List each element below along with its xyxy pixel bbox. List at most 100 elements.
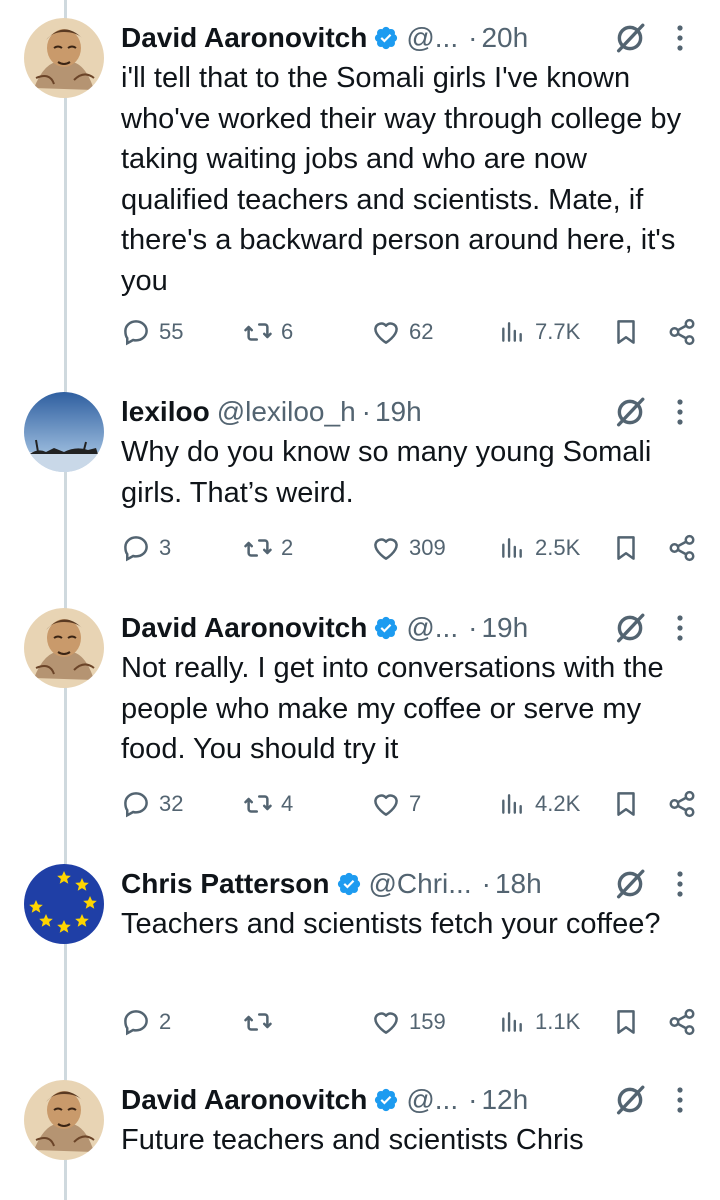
more-vertical-icon[interactable]: [675, 23, 685, 53]
bookmark-button[interactable]: [611, 312, 641, 352]
handle[interactable]: @lexiloo_h: [217, 392, 356, 432]
repost-icon: [244, 539, 272, 557]
display-name[interactable]: David Aaronovitch: [121, 608, 367, 648]
like-button[interactable]: 159: [371, 1002, 446, 1042]
display-name[interactable]: David Aaronovitch: [121, 18, 367, 58]
views-icon: [502, 1012, 522, 1032]
avatar[interactable]: [24, 392, 104, 472]
verified-badge-icon: [375, 1088, 398, 1112]
grok-icon[interactable]: [613, 395, 647, 429]
reply-button[interactable]: 2: [121, 1002, 171, 1042]
timestamp[interactable]: 18h: [495, 864, 542, 904]
bookmark-icon: [617, 792, 635, 816]
repost-button[interactable]: [243, 1002, 281, 1042]
timestamp[interactable]: 19h: [481, 608, 528, 648]
views-button[interactable]: 1.1K: [499, 1002, 580, 1042]
tweet-header: David Aaronovitch @... · 20h: [121, 18, 691, 58]
like-count: 159: [409, 1009, 446, 1034]
repost-button[interactable]: 4: [243, 784, 293, 824]
bookmark-button[interactable]: [611, 784, 641, 824]
thread-connector-line: [64, 0, 67, 1200]
bookmark-button[interactable]: [611, 1002, 641, 1042]
action-bar: 3 2 309 2.5K: [121, 528, 695, 568]
display-name[interactable]: Chris Patterson: [121, 864, 330, 904]
share-icon: [669, 318, 695, 346]
share-button[interactable]: [667, 312, 697, 352]
views-button[interactable]: 7.7K: [499, 312, 580, 352]
more-vertical-icon[interactable]: [675, 613, 685, 643]
tweet-header: Chris Patterson @Chri... · 18h: [121, 864, 691, 904]
reply-icon: [124, 536, 148, 562]
bookmark-icon: [617, 1010, 635, 1034]
view-count: 1.1K: [535, 1009, 581, 1034]
verified-badge-icon: [375, 616, 398, 640]
views-button[interactable]: 2.5K: [499, 528, 580, 568]
view-count: 4.2K: [535, 791, 581, 816]
sky-landscape-avatar: [24, 392, 104, 472]
sketch-portrait-avatar: [24, 18, 104, 98]
reply-button[interactable]: 3: [121, 528, 171, 568]
action-bar: 55 6 62 7.7K: [121, 312, 695, 352]
sketch-portrait-avatar: [24, 1080, 104, 1160]
timestamp[interactable]: 20h: [481, 18, 528, 58]
like-button[interactable]: 7: [371, 784, 421, 824]
share-icon: [669, 1008, 695, 1036]
share-button[interactable]: [667, 1002, 697, 1042]
handle[interactable]: @...: [406, 1080, 458, 1120]
tweet-text: Not really. I get into conversations wit…: [121, 652, 672, 765]
share-button[interactable]: [667, 784, 697, 824]
repost-button[interactable]: 2: [243, 528, 293, 568]
verified-badge-icon: [337, 872, 360, 896]
repost-count: 2: [281, 535, 294, 560]
avatar[interactable]: [24, 1080, 104, 1160]
reply-button[interactable]: 55: [121, 312, 183, 352]
avatar[interactable]: [24, 608, 104, 688]
timestamp[interactable]: 19h: [375, 392, 422, 432]
handle[interactable]: @Chri...: [369, 864, 472, 904]
separator: ·: [481, 868, 491, 899]
share-button[interactable]: [667, 528, 697, 568]
timestamp[interactable]: 12h: [481, 1080, 528, 1120]
grok-icon[interactable]: [613, 21, 647, 55]
reply-count: 55: [159, 319, 184, 344]
heart-icon: [374, 1012, 398, 1034]
grok-icon[interactable]: [613, 611, 647, 645]
separator: ·: [361, 396, 371, 427]
reply-icon: [124, 320, 148, 346]
like-count: 309: [409, 535, 446, 560]
bookmark-button[interactable]: [611, 528, 641, 568]
separator: ·: [468, 1084, 478, 1115]
sketch-portrait-avatar: [24, 608, 104, 688]
tweet-text: Teachers and scientists fetch your coffe…: [121, 908, 661, 940]
heart-icon: [374, 538, 398, 560]
verified-badge-icon: [375, 26, 398, 50]
repost-count: 6: [281, 319, 294, 344]
display-name[interactable]: David Aaronovitch: [121, 1080, 367, 1120]
views-button[interactable]: 4.2K: [499, 784, 580, 824]
tweet-header: lexiloo @lexiloo_h · 19h: [121, 392, 691, 432]
avatar[interactable]: [24, 864, 104, 944]
separator: ·: [468, 22, 478, 53]
reply-count: 3: [159, 535, 172, 560]
separator: ·: [468, 612, 478, 643]
more-vertical-icon[interactable]: [675, 1085, 685, 1115]
views-icon: [502, 538, 522, 558]
more-vertical-icon[interactable]: [675, 869, 685, 899]
share-icon: [669, 534, 695, 562]
avatar[interactable]: [24, 18, 104, 98]
like-button[interactable]: 62: [371, 312, 433, 352]
repost-icon: [244, 1013, 272, 1031]
like-button[interactable]: 309: [371, 528, 446, 568]
grok-icon[interactable]: [613, 1083, 647, 1117]
share-icon: [669, 790, 695, 818]
grok-icon[interactable]: [613, 867, 647, 901]
handle[interactable]: @...: [406, 18, 458, 58]
tweet-header: David Aaronovitch @... · 19h: [121, 608, 691, 648]
handle[interactable]: @...: [406, 608, 458, 648]
eu-flag-avatar: [24, 864, 104, 944]
display-name[interactable]: lexiloo: [121, 392, 210, 432]
reply-button[interactable]: 32: [121, 784, 183, 824]
repost-button[interactable]: 6: [243, 312, 293, 352]
view-count: 7.7K: [535, 319, 581, 344]
more-vertical-icon[interactable]: [675, 397, 685, 427]
